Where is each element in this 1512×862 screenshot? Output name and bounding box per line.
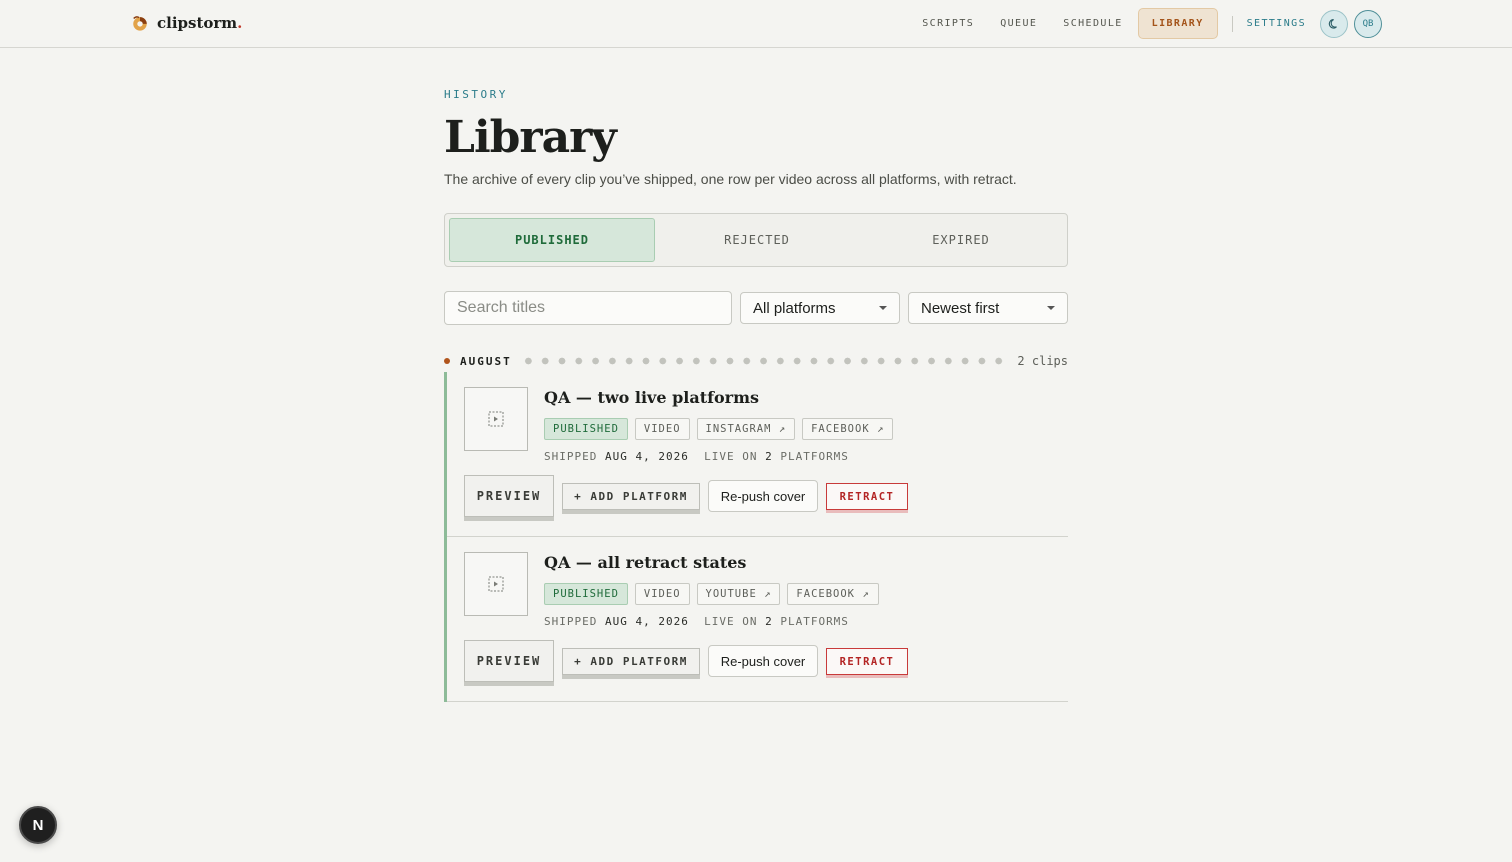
chevron-down-icon [1047,306,1055,310]
page-subtitle: The archive of every clip you’ve shipped… [444,171,1017,187]
live-prefix: LIVE ON [704,450,758,463]
platform-select[interactable]: All platforms [740,292,900,324]
brand-name: clipstorm [157,14,238,32]
clip-meta: SHIPPED AUG 4, 2026 LIVE ON 2 PLATFORMS [544,615,849,628]
clip-title[interactable]: QA — two live platforms [544,388,759,407]
shipped-date: AUG 4, 2026 [604,450,689,463]
clip-tags: PUBLISHED VIDEO INSTAGRAM ↗ FACEBOOK ↗ [544,418,894,440]
month-marker-icon [444,358,450,364]
preview-button[interactable]: PREVIEW [464,475,554,517]
clip-actions: PREVIEW + ADD PLATFORM Re-push cover RET… [464,475,908,517]
clip-list: QA — two live platforms PUBLISHED VIDEO … [444,372,1068,702]
nav-queue[interactable]: QUEUE [987,8,1050,39]
repush-cover-button[interactable]: Re-push cover [708,645,818,677]
clip-tags: PUBLISHED VIDEO YOUTUBE ↗ FACEBOOK ↗ [544,583,879,605]
nav-divider [1231,15,1233,32]
platform-link-facebook[interactable]: FACEBOOK ↗ [802,418,894,440]
clip-thumbnail[interactable] [464,552,528,616]
platform-link-instagram[interactable]: INSTAGRAM ↗ [696,418,796,440]
page-title: Library [444,112,617,163]
theme-toggle-button[interactable] [1320,9,1348,38]
platform-link-youtube[interactable]: YOUTUBE ↗ [696,583,781,605]
clip-thumbnail[interactable] [464,387,528,451]
page-eyebrow: HISTORY [444,88,508,101]
month-group-header: AUGUST 2 clips [444,352,1068,370]
video-placeholder-icon [488,411,504,427]
status-tabs: PUBLISHED REJECTED EXPIRED [444,213,1068,267]
tab-rejected[interactable]: REJECTED [655,218,859,262]
retract-button[interactable]: RETRACT [826,648,908,675]
clip-row: QA — two live platforms PUBLISHED VIDEO … [447,372,1068,537]
library-page: HISTORY Library The archive of every cli… [444,88,1068,702]
platform-link-facebook[interactable]: FACEBOOK ↗ [787,583,879,605]
dev-tools-badge[interactable]: N [19,806,57,844]
sort-select[interactable]: Newest first [908,292,1068,324]
tab-published[interactable]: PUBLISHED [449,218,655,262]
status-badge: PUBLISHED [544,583,628,605]
add-platform-button[interactable]: + ADD PLATFORM [562,648,700,675]
dotted-divider [519,357,1008,365]
top-nav: clipstorm . SCRIPTS QUEUE SCHEDULE LIBRA… [0,0,1512,48]
nav-schedule[interactable]: SCHEDULE [1050,8,1135,39]
type-badge: VIDEO [634,583,690,605]
chevron-down-icon [879,306,887,310]
nav-scripts[interactable]: SCRIPTS [909,8,987,39]
repush-cover-button[interactable]: Re-push cover [708,480,818,512]
shipped-label: SHIPPED [544,615,598,628]
video-placeholder-icon [488,576,504,592]
preview-button[interactable]: PREVIEW [464,640,554,682]
live-count: 2 [765,450,773,463]
clip-count: 2 clips [1017,354,1068,368]
main-nav: SCRIPTS QUEUE SCHEDULE LIBRARY SETTINGS … [909,8,1382,39]
tab-expired[interactable]: EXPIRED [859,218,1063,262]
clipstorm-logo-icon [133,16,147,31]
nav-settings[interactable]: SETTINGS [1241,8,1314,39]
clip-actions: PREVIEW + ADD PLATFORM Re-push cover RET… [464,640,908,682]
sort-select-value: Newest first [921,299,1000,317]
status-badge: PUBLISHED [544,418,628,440]
brand[interactable]: clipstorm . [131,12,242,34]
live-suffix: PLATFORMS [780,615,849,628]
type-badge: VIDEO [634,418,690,440]
user-avatar-button[interactable]: QB [1354,9,1382,38]
clip-row: QA — all retract states PUBLISHED VIDEO … [447,537,1068,702]
nav-library[interactable]: LIBRARY [1137,8,1218,39]
retract-button[interactable]: RETRACT [826,483,908,510]
search-input[interactable] [444,291,732,325]
shipped-label: SHIPPED [544,450,598,463]
clip-meta: SHIPPED AUG 4, 2026 LIVE ON 2 PLATFORMS [544,450,849,463]
platform-select-value: All platforms [753,299,836,317]
add-platform-button[interactable]: + ADD PLATFORM [562,483,700,510]
live-suffix: PLATFORMS [780,450,849,463]
brand-dot: . [237,14,243,32]
shipped-date: AUG 4, 2026 [604,615,689,628]
month-label: AUGUST [460,354,512,368]
live-count: 2 [765,615,773,628]
moon-icon [1328,18,1337,29]
live-prefix: LIVE ON [704,615,758,628]
filter-bar: All platforms Newest first [444,291,1068,325]
clip-title[interactable]: QA — all retract states [544,553,746,572]
